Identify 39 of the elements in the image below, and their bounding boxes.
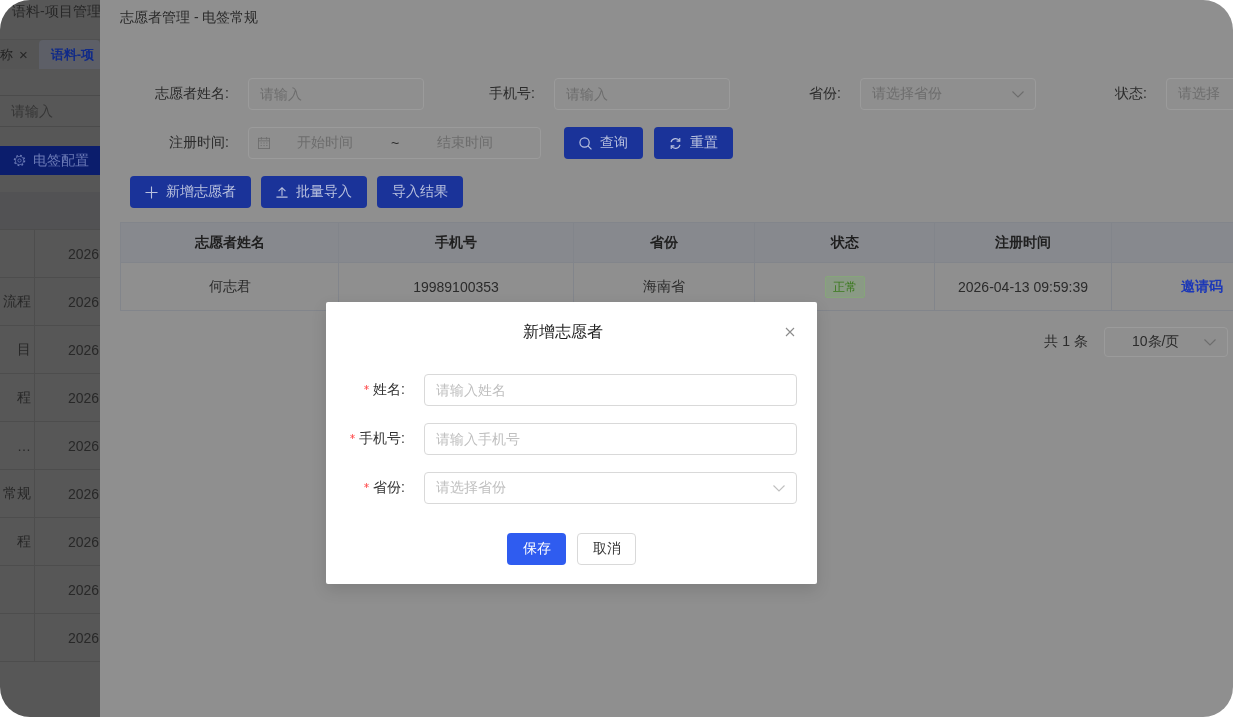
column-header: 志愿者姓名 bbox=[121, 223, 339, 263]
save-button[interactable]: 保存 bbox=[507, 533, 566, 565]
column-header: 省份 bbox=[574, 223, 755, 263]
import-results-button[interactable]: 导入结果 bbox=[377, 176, 463, 208]
chevron-down-icon bbox=[773, 484, 785, 492]
field-label: 姓名: bbox=[373, 381, 405, 399]
field-label: 注册时间: bbox=[169, 134, 229, 152]
column-header: 状态 bbox=[755, 223, 935, 263]
chevron-down-icon bbox=[1012, 90, 1024, 98]
column-header: 注册时间 bbox=[935, 223, 1112, 263]
close-icon bbox=[785, 327, 795, 337]
dialog-title: 新增志愿者 bbox=[522, 321, 603, 342]
field-label: 手机号: bbox=[489, 85, 535, 103]
config-button[interactable]: 电签配置 bbox=[0, 146, 100, 175]
add-button[interactable]: 新增志愿者 bbox=[130, 176, 251, 208]
page-size-select[interactable]: 10条/页 bbox=[1104, 327, 1228, 357]
field-label: 手机号: bbox=[359, 430, 405, 448]
cancel-button[interactable]: 取消 bbox=[577, 533, 636, 565]
plus-icon bbox=[145, 185, 158, 199]
field-label: 状态: bbox=[1115, 85, 1147, 103]
table-cell: 2026-04-13 09:59:39 bbox=[935, 263, 1112, 311]
gear-icon bbox=[13, 154, 26, 167]
upload-icon bbox=[276, 186, 288, 198]
field-label: 省份: bbox=[373, 479, 405, 497]
invite-code-link[interactable]: 邀请码 bbox=[1180, 277, 1223, 296]
import-button[interactable]: 批量导入 bbox=[261, 176, 367, 208]
search-icon bbox=[579, 136, 592, 150]
drawer-title: 志愿者管理 - 电签常规 bbox=[120, 9, 259, 25]
field-label: 志愿者姓名: bbox=[155, 85, 229, 103]
reset-button[interactable]: 重置 bbox=[654, 127, 733, 159]
table-cell: … bbox=[0, 422, 35, 469]
column-header: 手机号 bbox=[339, 223, 574, 263]
total-count: 共 1 条 bbox=[1044, 333, 1088, 351]
chevron-down-icon bbox=[1204, 338, 1216, 346]
reload-icon bbox=[669, 136, 682, 150]
calendar-icon bbox=[258, 137, 270, 149]
status-tag: 正常 bbox=[824, 275, 865, 298]
field-label: 省份: bbox=[809, 85, 841, 103]
search-button[interactable]: 查询 bbox=[564, 127, 643, 159]
